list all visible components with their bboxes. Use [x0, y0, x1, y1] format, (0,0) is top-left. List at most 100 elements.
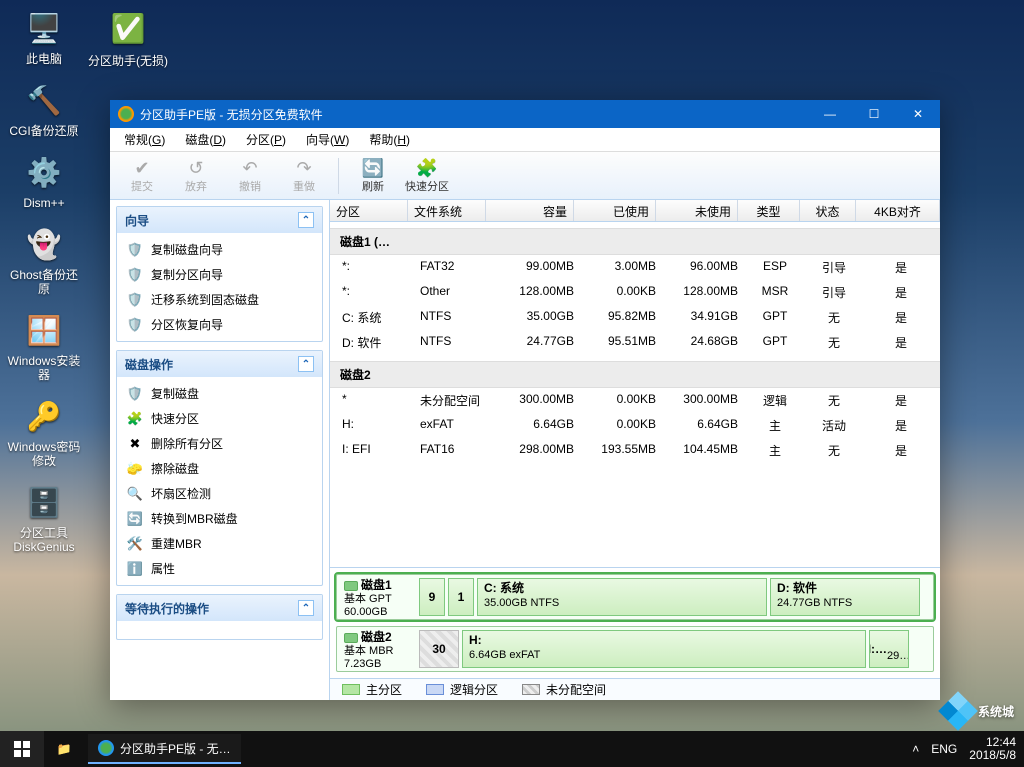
- toolbar-icon: 🧩: [416, 158, 438, 178]
- disk-map-partition[interactable]: 30: [419, 630, 459, 668]
- main-area: 分区文件系统容量已使用未使用类型状态4KB对齐 磁盘1 (…*:FAT3299.…: [330, 200, 940, 700]
- panel-header[interactable]: 磁盘操作 ⌃: [117, 351, 322, 377]
- cell: 95.82MB: [580, 307, 662, 328]
- disk-icon: [344, 581, 358, 591]
- partition-row[interactable]: *未分配空间300.00MB0.00KB300.00MB逻辑无是: [330, 388, 940, 413]
- sidebar-item-icon: 🔄: [127, 511, 143, 527]
- desktop-icon-partition-assistant[interactable]: ✅ 分区助手(无损): [88, 8, 168, 69]
- disk-map-partition[interactable]: 9: [419, 578, 445, 616]
- collapse-icon[interactable]: ⌃: [298, 212, 314, 228]
- grid-body: 磁盘1 (…*:FAT3299.00MB3.00MB96.00MBESP引导是*…: [330, 222, 940, 567]
- titlebar[interactable]: 分区助手PE版 - 无损分区免费软件 ― ☐ ✕: [110, 100, 940, 128]
- app-window: 分区助手PE版 - 无损分区免费软件 ― ☐ ✕ 常规(G)磁盘(D)分区(P)…: [110, 100, 940, 700]
- panel-title: 磁盘操作: [125, 356, 173, 373]
- cell: 104.45MB: [662, 440, 744, 461]
- sidebar-item[interactable]: 🛡️复制磁盘: [117, 381, 322, 406]
- disk-map[interactable]: 磁盘1基本 GPT60.00GB91C: 系统35.00GB NTFSD: 软件…: [336, 574, 934, 620]
- sidebar-item[interactable]: 🛡️ 迁移系统到固态磁盘: [117, 287, 322, 312]
- partition-row[interactable]: *:FAT3299.00MB3.00MB96.00MBESP引导是: [330, 255, 940, 280]
- partition-row[interactable]: I: EFIFAT16298.00MB193.55MB104.45MB主无是: [330, 438, 940, 463]
- menu-item[interactable]: 向导(W): [298, 129, 357, 150]
- menu-item[interactable]: 磁盘(D): [177, 129, 234, 150]
- desktop-icon[interactable]: 👻Ghost备份还原: [4, 224, 84, 296]
- sidebar-item[interactable]: 🛡️复制磁盘向导: [117, 237, 322, 262]
- column-header[interactable]: 未使用: [656, 200, 738, 221]
- sidebar-item[interactable]: 🛡️ 分区恢复向导: [117, 312, 322, 337]
- explorer-button[interactable]: 📁: [44, 731, 84, 767]
- sidebar-item[interactable]: 🛡️复制分区向导: [117, 262, 322, 287]
- clock[interactable]: 12:44 2018/5/8: [969, 736, 1016, 762]
- toolbar-button-刷新[interactable]: 🔄刷新: [347, 154, 399, 198]
- disk-map-partition[interactable]: C: 系统35.00GB NTFS: [477, 578, 767, 616]
- column-header[interactable]: 状态: [800, 200, 856, 221]
- menu-item[interactable]: 常规(G): [116, 129, 173, 150]
- partition-row[interactable]: C: 系统NTFS35.00GB95.82MB34.91GBGPT无是: [330, 305, 940, 330]
- ime-indicator[interactable]: ENG: [931, 742, 957, 756]
- disk-map[interactable]: 磁盘2基本 MBR7.23GB30H:6.64GB exFATI:…29…: [336, 626, 934, 672]
- partition-row[interactable]: D: 软件NTFS24.77GB95.51MB24.68GBGPT无是: [330, 330, 940, 355]
- tray-up-icon[interactable]: ˄: [912, 742, 919, 756]
- sidebar-item[interactable]: ℹ️属性: [117, 556, 322, 581]
- partition-row[interactable]: H:exFAT6.64GB0.00KB6.64GB主活动是: [330, 413, 940, 438]
- desktop-icon[interactable]: 🪟Windows安装器: [4, 310, 84, 382]
- disk-group-header[interactable]: 磁盘2: [330, 361, 940, 388]
- close-button[interactable]: ✕: [896, 100, 940, 128]
- disk-map-partition[interactable]: I:…29…: [869, 630, 909, 668]
- collapse-icon[interactable]: ⌃: [298, 356, 314, 372]
- start-button[interactable]: [0, 731, 44, 767]
- cell: 逻辑: [744, 390, 806, 411]
- sidebar-item-icon: 🛡️: [127, 317, 143, 333]
- toolbar-button-快速分区[interactable]: 🧩快速分区: [401, 154, 453, 198]
- disk-map-partition[interactable]: H:6.64GB exFAT: [462, 630, 866, 668]
- legend-swatch: [342, 684, 360, 695]
- cell: 193.55MB: [580, 440, 662, 461]
- cell: 主: [744, 440, 806, 461]
- desktop-icon[interactable]: 🖥️此电脑: [4, 8, 84, 66]
- desktop-glyph-icon: 👻: [24, 224, 64, 264]
- sidebar-item-icon: 🧽: [127, 461, 143, 477]
- column-header[interactable]: 分区: [330, 200, 408, 221]
- cell: 298.00MB: [492, 440, 580, 461]
- sidebar-item[interactable]: 🧩快速分区: [117, 406, 322, 431]
- sidebar-item[interactable]: 🧽擦除磁盘: [117, 456, 322, 481]
- column-header[interactable]: 类型: [738, 200, 800, 221]
- taskbar: 📁 分区助手PE版 - 无… ˄ ENG 12:44 2018/5/8: [0, 731, 1024, 767]
- disk-map-partition[interactable]: D: 软件24.77GB NTFS: [770, 578, 920, 616]
- column-header[interactable]: 4KB对齐: [856, 200, 940, 221]
- maximize-button[interactable]: ☐: [852, 100, 896, 128]
- column-header[interactable]: 容量: [486, 200, 574, 221]
- sidebar-item[interactable]: ✖删除所有分区: [117, 431, 322, 456]
- partition-row[interactable]: *:Other128.00MB0.00KB128.00MBMSR引导是: [330, 280, 940, 305]
- legend-label: 主分区: [366, 681, 402, 698]
- panel-header[interactable]: 向导 ⌃: [117, 207, 322, 233]
- desktop-icon[interactable]: 🗄️分区工具DiskGenius: [4, 482, 84, 554]
- column-header[interactable]: 已使用: [574, 200, 656, 221]
- sidebar-item-label: 分区恢复向导: [151, 316, 223, 333]
- legend-item: 未分配空间: [522, 681, 606, 698]
- taskbar-item[interactable]: 分区助手PE版 - 无…: [88, 734, 241, 764]
- desktop-icon[interactable]: 🔑Windows密码修改: [4, 396, 84, 468]
- column-header[interactable]: 文件系统: [408, 200, 486, 221]
- cell: 无: [806, 307, 862, 328]
- disk-map-partition[interactable]: 1: [448, 578, 474, 616]
- sidebar-item-label: 迁移系统到固态磁盘: [151, 291, 259, 308]
- cell: 无: [806, 440, 862, 461]
- desktop-icon[interactable]: ⚙️Dism++: [4, 152, 84, 210]
- sidebar-item[interactable]: 🔄转换到MBR磁盘: [117, 506, 322, 531]
- toolbar: ✔提交↺放弃↶撤销↷重做🔄刷新🧩快速分区: [110, 152, 940, 200]
- cell: D: 软件: [336, 332, 414, 353]
- menu-item[interactable]: 分区(P): [238, 129, 294, 150]
- panel-header[interactable]: 等待执行的操作 ⌃: [117, 595, 322, 621]
- app-icon: ✅: [108, 8, 148, 48]
- sidebar-item[interactable]: 🛠️重建MBR: [117, 531, 322, 556]
- sidebar-item-icon: 🧩: [127, 411, 143, 427]
- desktop-icon[interactable]: 🔨CGI备份还原: [4, 80, 84, 138]
- panel-diskops: 磁盘操作 ⌃ 🛡️复制磁盘🧩快速分区✖删除所有分区🧽擦除磁盘🔍坏扇区检测🔄转换到…: [116, 350, 323, 586]
- menu-item[interactable]: 帮助(H): [361, 129, 418, 150]
- minimize-button[interactable]: ―: [808, 100, 852, 128]
- disk-group-header[interactable]: 磁盘1 (…: [330, 228, 940, 255]
- toolbar-label: 刷新: [362, 178, 384, 194]
- collapse-icon[interactable]: ⌃: [298, 600, 314, 616]
- sidebar-item[interactable]: 🔍坏扇区检测: [117, 481, 322, 506]
- sidebar-item-icon: 🛡️: [127, 292, 143, 308]
